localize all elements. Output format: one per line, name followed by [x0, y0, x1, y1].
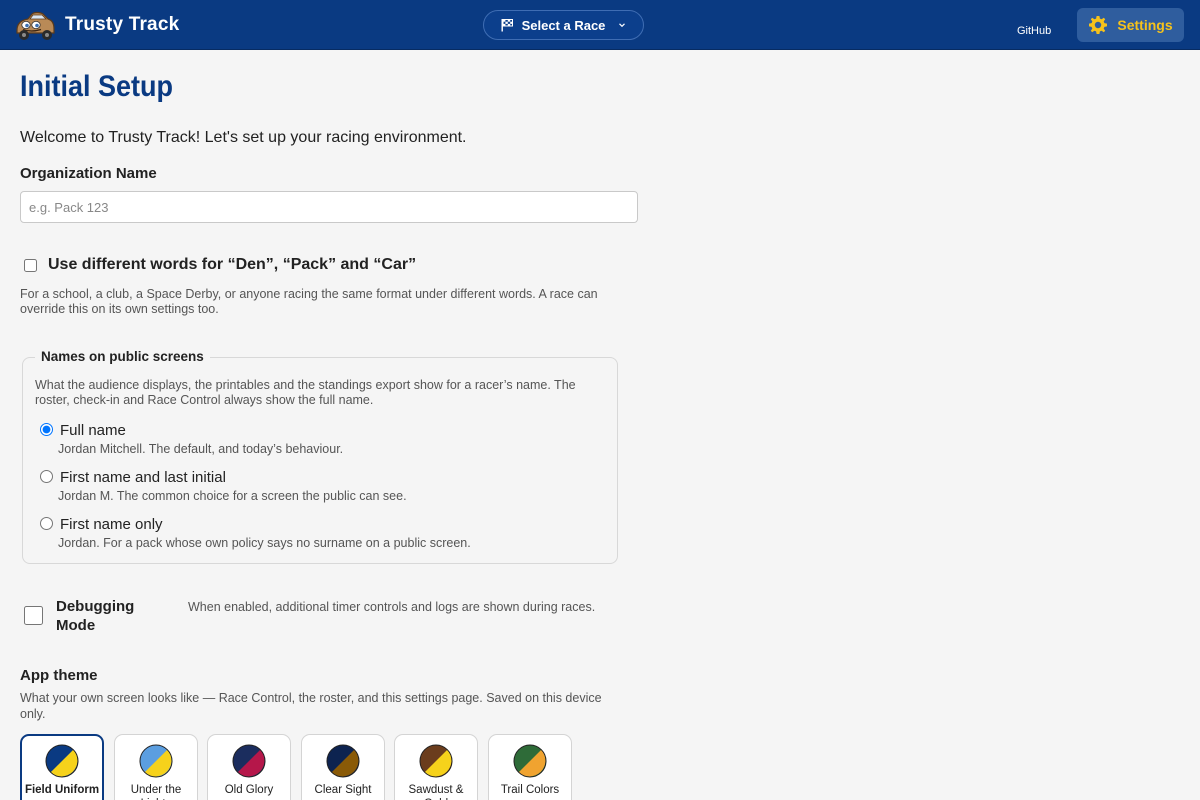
theme-option-old-glory[interactable]: Old Glory [207, 734, 291, 800]
organization-name-input[interactable] [20, 191, 638, 223]
debugging-mode-label[interactable]: Debugging Mode [56, 597, 166, 635]
select-race-label: Select a Race [521, 17, 606, 33]
top-navbar: Trusty Track Select a Race GitHub Settin… [0, 0, 1200, 50]
gear-icon [1089, 16, 1108, 34]
theme-option-label: Under the Lights [130, 784, 182, 800]
page-title: Initial Setup [20, 70, 174, 103]
theme-option-sawdust-gold[interactable]: Sawdust & Gold [394, 734, 478, 800]
theme-option-label: Clear Sight [314, 784, 372, 796]
first-name-only-desc: Jordan. For a pack whose own policy says… [58, 536, 471, 550]
theme-swatch-icon [232, 744, 266, 778]
organization-name-label: Organization Name [20, 165, 157, 182]
github-link[interactable]: GitHub [1017, 25, 1051, 37]
app-theme-heading: App theme [20, 667, 98, 684]
chevron-down-icon [619, 23, 626, 28]
full-name-desc: Jordan Mitchell. The default, and today’… [58, 442, 344, 456]
debugging-mode-help: When enabled, additional timer controls … [188, 600, 596, 614]
alternate-words-label[interactable]: Use different words for “Den”, “Pack” an… [48, 256, 416, 274]
alternate-words-checkbox[interactable] [24, 259, 37, 272]
settings-button[interactable]: Settings [1077, 8, 1184, 42]
theme-option-label: Sawdust & Gold [408, 784, 464, 800]
theme-option-clear-sight[interactable]: Clear Sight [301, 734, 385, 800]
first-name-last-initial-label[interactable]: First name and last initial [60, 469, 226, 486]
theme-option-label: Field Uniform [24, 784, 100, 796]
theme-option-field-uniform[interactable]: Field Uniform [20, 734, 104, 800]
full-name-label[interactable]: Full name [60, 422, 126, 439]
theme-swatch-icon [326, 744, 360, 778]
theme-swatch-icon [419, 744, 453, 778]
brand-home-link[interactable]: Trusty Track [14, 8, 179, 42]
first-name-last-initial-radio[interactable] [40, 470, 53, 483]
theme-swatch-icon [139, 744, 173, 778]
theme-swatch-icon [45, 744, 79, 778]
theme-option-trail-colors[interactable]: Trail Colors [488, 734, 572, 800]
select-race-dropdown[interactable]: Select a Race [483, 10, 644, 40]
public-names-help: What the audience displays, the printabl… [35, 378, 576, 407]
first-name-only-radio[interactable] [40, 517, 53, 530]
public-names-legend: Names on public screens [35, 349, 210, 364]
debugging-mode-checkbox[interactable] [24, 606, 43, 625]
full-name-radio[interactable] [40, 423, 53, 436]
alternate-words-help: For a school, a club, a Space Derby, or … [20, 287, 598, 316]
theme-option-label: Old Glory [224, 784, 274, 796]
theme-swatch-icon [513, 744, 547, 778]
settings-label: Settings [1117, 17, 1173, 33]
app-name: Trusty Track [65, 14, 180, 35]
app-theme-help: What your own screen looks like — Race C… [20, 691, 602, 721]
checkered-flag-icon [501, 19, 513, 32]
theme-option-label: Trail Colors [500, 784, 560, 796]
car-mascot-icon [16, 11, 55, 40]
theme-option-under-the-lights[interactable]: Under the Lights [114, 734, 198, 800]
welcome-text: Welcome to Trusty Track! Let's set up yo… [20, 129, 467, 146]
first-name-only-label[interactable]: First name only [60, 516, 163, 533]
first-name-last-initial-desc: Jordan M. The common choice for a screen… [58, 489, 407, 503]
